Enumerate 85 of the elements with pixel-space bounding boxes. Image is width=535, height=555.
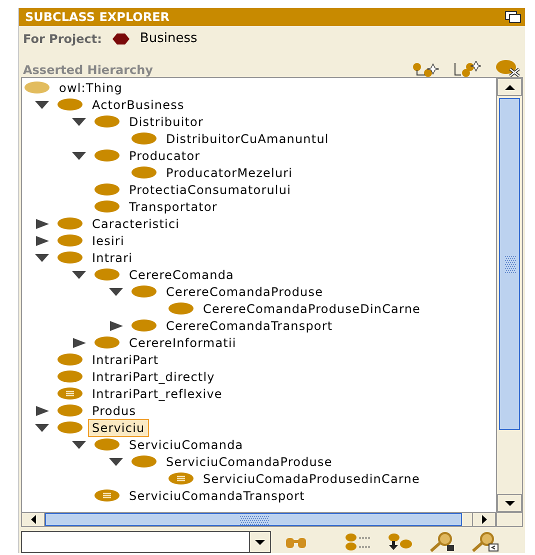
collapse-arrow-icon[interactable] (35, 254, 49, 262)
delete-class-icon[interactable] (495, 59, 521, 77)
tree-item[interactable]: ProtectiaConsumatorului (126, 182, 294, 198)
class-icon (57, 353, 83, 366)
dropdown-arrow-icon[interactable] (255, 540, 265, 544)
expand-arrow-icon[interactable] (72, 338, 86, 348)
tree-item[interactable]: Intrari (89, 250, 136, 266)
project-icon (112, 32, 130, 44)
tree-item[interactable]: ServiciuComandaTransport (126, 488, 308, 504)
class-icon (94, 268, 120, 281)
class-icon (131, 132, 157, 145)
tree-item[interactable]: ProducatorMezeluri (163, 164, 296, 180)
collapse-arrow-icon[interactable] (72, 440, 86, 448)
tree-item[interactable]: ActorBusiness (89, 96, 188, 112)
scroll-up-icon[interactable] (504, 84, 514, 90)
tree-item[interactable]: Iesiri (89, 232, 128, 248)
tree-item[interactable]: ServiciuComandaProduse (163, 454, 336, 470)
class-icon (94, 149, 120, 162)
tree-item[interactable]: CerereComanda (126, 266, 238, 282)
defined-class-icon (94, 489, 120, 502)
expand-arrow-icon[interactable] (36, 236, 48, 246)
collapse-arrow-icon[interactable] (109, 288, 123, 296)
class-icon (94, 200, 120, 213)
collapse-arrow-icon[interactable] (72, 118, 86, 126)
maximize-icon[interactable] (505, 11, 521, 23)
class-icon (57, 217, 83, 230)
vertical-scrollbar[interactable] (496, 78, 522, 512)
class-icon (131, 285, 157, 298)
tree-item[interactable]: Producator (126, 148, 204, 164)
collapse-arrow-icon[interactable] (35, 100, 49, 108)
create-subclass-icon[interactable] (411, 63, 439, 77)
tree-item[interactable]: Caracteristici (89, 216, 183, 232)
tree-item[interactable]: CerereComandaProduseDinCarne (200, 300, 424, 316)
tree-item[interactable]: Serviciu (89, 420, 148, 436)
tree-item[interactable]: Distribuitor (126, 114, 207, 130)
tree-item[interactable]: CerereComandaTransport (163, 318, 336, 334)
horizontal-scrollbar[interactable] (22, 512, 496, 526)
class-icon (57, 234, 83, 247)
class-icon (57, 370, 83, 383)
tree-item[interactable]: Transportator (126, 198, 220, 214)
scroll-down-icon[interactable] (504, 500, 514, 506)
tree-item[interactable]: owl:Thing (56, 80, 126, 96)
tree-item[interactable]: CerereComandaProduse (163, 284, 326, 300)
key-search-icon[interactable] (471, 532, 499, 552)
collapse-arrow-icon[interactable] (109, 458, 123, 466)
defined-class-icon (57, 387, 83, 400)
collapse-arrow-icon[interactable] (72, 152, 86, 160)
create-sibling-icon[interactable] (453, 61, 481, 77)
class-icon (57, 98, 83, 111)
scroll-left-icon[interactable] (30, 515, 36, 524)
collapse-arrow-icon[interactable] (35, 424, 49, 432)
tree-item[interactable]: IntrariPart_reflexive (89, 386, 226, 402)
move-down-icon[interactable] (387, 533, 413, 551)
defined-class-icon (168, 472, 194, 485)
class-icon (94, 438, 120, 451)
project-label: For Project: (23, 32, 102, 46)
class-icon (57, 251, 83, 264)
tree-item[interactable]: DistribuitorCuAmanuntul (163, 130, 332, 146)
key-search-icon[interactable] (429, 532, 455, 552)
class-icon (131, 319, 157, 332)
class-icon (57, 404, 83, 417)
tree-item[interactable]: Produs (89, 402, 140, 418)
tree-item[interactable]: ServiciuComanda (126, 436, 246, 452)
project-name: Business (140, 31, 198, 46)
collapse-arrow-icon[interactable] (72, 270, 86, 278)
tree-item[interactable]: ServiciuComadaProdusedinCarne (200, 470, 423, 486)
class-icon (24, 81, 50, 94)
class-icon (94, 115, 120, 128)
class-icon (94, 336, 120, 349)
class-icon (131, 455, 157, 468)
expand-arrow-icon[interactable] (110, 320, 122, 330)
tree-item[interactable]: CerereInformatii (126, 334, 240, 350)
scroll-right-icon[interactable] (482, 515, 486, 524)
panel-title: SUBCLASS EXPLORER (25, 10, 170, 24)
class-list-icon[interactable] (345, 533, 371, 551)
hierarchy-label: Asserted Hierarchy (23, 63, 153, 77)
expand-arrow-icon[interactable] (36, 218, 48, 228)
class-icon (57, 421, 83, 434)
search-combo-field[interactable] (21, 531, 271, 553)
expand-arrow-icon[interactable] (36, 406, 48, 416)
class-icon (94, 183, 120, 196)
tree-item[interactable]: IntrariPart_directly (89, 368, 218, 384)
class-icon (168, 302, 194, 315)
tree-item[interactable]: IntrariPart (89, 352, 162, 368)
class-icon (131, 166, 157, 179)
